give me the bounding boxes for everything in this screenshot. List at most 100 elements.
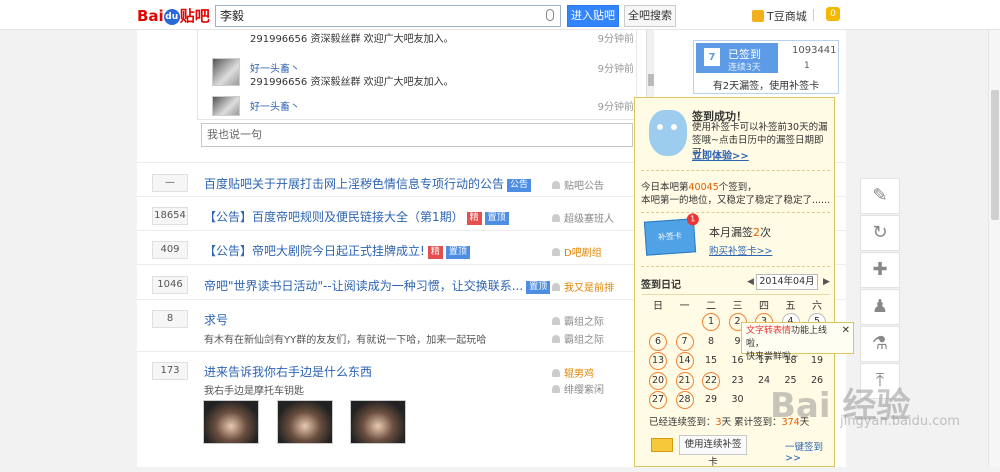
reply-scrollbar-thumb[interactable] <box>648 74 654 86</box>
watermark: Bai 经验 jingyan.baidu.com <box>770 378 990 458</box>
month-select[interactable]: 2014年04月 <box>756 274 818 290</box>
thread-image[interactable] <box>203 400 259 444</box>
calendar-day[interactable]: 27 <box>649 391 667 409</box>
thread-author[interactable]: 辊男鸡 <box>552 365 594 380</box>
thread-author-name: 我又是前排 <box>564 283 614 294</box>
avatar[interactable] <box>212 58 240 86</box>
calendar-day[interactable]: 14 <box>675 352 694 370</box>
reply-count: — <box>152 174 188 192</box>
thread-title[interactable]: 进来告诉我你右手边是什么东西 <box>204 363 372 380</box>
stats-prefix: 已经连续签到： <box>649 417 716 428</box>
reply-count: 8 <box>152 310 188 328</box>
microphone-icon[interactable] <box>546 9 554 21</box>
thread-title[interactable]: 百度贴吧关于开展打击网上淫秽色情信息专项行动的公告 公告 <box>204 175 532 192</box>
level-value: 1 <box>804 61 810 71</box>
search-input[interactable]: 李毅 <box>215 5 561 27</box>
logo-du: du <box>163 9 180 25</box>
sign-card-icon: 补签卡 1 <box>643 212 700 256</box>
thread-author-name: 辊男鸡 <box>564 369 594 380</box>
missed-count: 本月漏签2次 <box>709 224 771 240</box>
tdou-mall-link[interactable]: T豆商城 <box>752 8 807 24</box>
calendar-day[interactable]: 30 <box>729 391 747 409</box>
calendar-day[interactable]: 13 <box>649 352 667 370</box>
thread-author[interactable]: D吧剧组 <box>552 244 602 259</box>
page-scrollbar-thumb[interactable] <box>991 90 999 220</box>
thread-title[interactable]: 帝吧"世界读书日活动"--让阅读成为一种习惯，让交换联系... 置顶 <box>204 277 551 294</box>
weekday-label: 四 <box>759 301 769 312</box>
thread-title[interactable]: 求号 <box>204 311 228 328</box>
reply-author[interactable]: 好一头畜丶 <box>250 98 300 113</box>
rank-line2: 本吧第一的地位，又稳定了稳定了稳定了...... <box>641 195 831 206</box>
weekday-label: 三 <box>732 301 743 312</box>
calendar-day[interactable]: 28 <box>675 391 694 409</box>
thread-image[interactable] <box>277 400 333 444</box>
calendar-day[interactable]: 1 <box>702 313 720 331</box>
next-month-icon[interactable]: ▶ <box>823 277 830 287</box>
streak-label: 连续3天 <box>728 63 761 73</box>
divider <box>641 212 830 213</box>
thread-author[interactable]: 霸组之际 <box>552 313 604 328</box>
flask-icon[interactable]: ⚗ <box>860 326 900 362</box>
calendar-day[interactable]: 19 <box>808 352 826 370</box>
reply-input[interactable]: 我也说一句 <box>201 123 633 147</box>
right-toolbar: ✎ ↻ ✚ ♟ ⚗ ⤒ <box>860 178 900 399</box>
divider <box>641 266 830 267</box>
thread-author[interactable]: 超级塞班人 <box>552 210 614 225</box>
close-icon[interactable]: ✕ <box>842 324 850 337</box>
edit-icon[interactable]: ✎ <box>860 178 900 214</box>
baidu-tieba-logo[interactable]: Bai du 贴吧 <box>137 6 210 26</box>
calendar-day[interactable]: 23 <box>729 372 747 390</box>
rank-number: 40045 <box>688 182 719 193</box>
thread-author-name: 霸组之际 <box>564 317 604 328</box>
thread-image[interactable] <box>350 400 406 444</box>
all-search-button[interactable]: 全吧搜索 <box>624 5 676 27</box>
user-icon <box>552 181 560 189</box>
missed-prefix: 本月漏签 <box>709 226 753 239</box>
enter-tieba-button[interactable]: 进入贴吧 <box>567 5 619 27</box>
calendar-day[interactable]: 22 <box>702 371 720 390</box>
message-icon[interactable]: 0 <box>826 7 840 21</box>
calendar-day[interactable]: 21 <box>675 371 694 390</box>
calendar-day[interactable]: 6 <box>649 332 667 351</box>
calendar-day[interactable]: 20 <box>649 371 667 390</box>
calendar-day[interactable]: 29 <box>702 391 720 409</box>
rank-prefix: 今日本吧第 <box>641 182 689 193</box>
logo-tieba: 贴吧 <box>179 7 210 25</box>
thread-author[interactable]: 我又是前排 <box>552 279 614 294</box>
reply-time: 9分钟前 <box>597 34 634 45</box>
reply-count: 1046 <box>152 276 188 294</box>
calendar-day[interactable]: 15 <box>702 352 720 370</box>
member-count: 1093441 <box>792 45 837 56</box>
thread-author-name: 贴吧公告 <box>564 181 604 192</box>
calendar-day[interactable]: 8 <box>702 333 720 351</box>
buy-card-link[interactable]: 购买补签卡>> <box>709 243 772 257</box>
avatar[interactable] <box>212 96 240 116</box>
logo-bai: Bai <box>137 7 164 25</box>
user-icon <box>552 214 560 222</box>
prev-month-icon[interactable]: ◀ <box>747 277 754 287</box>
sign-rank-text: 今日本吧第40045个签到， 本吧第一的地位，又稳定了稳定了稳定了...... <box>641 181 833 207</box>
use-continuous-card-button[interactable]: 使用连续补签卡 <box>679 435 747 468</box>
calendar-day[interactable]: 16 <box>729 352 747 370</box>
plus-icon[interactable]: ✚ <box>860 252 900 288</box>
reply-text: 291996656 资深毅丝群 欢迎广大吧友加入。 <box>250 77 454 88</box>
user-icon <box>552 369 560 377</box>
separator <box>813 9 814 21</box>
last-replier[interactable]: 绯缨紫闲 <box>552 381 604 396</box>
signed-button[interactable]: 7 已签到 连续3天 <box>696 43 778 73</box>
reply-time: 9分钟前 <box>597 102 634 113</box>
continuous-card-icon <box>651 438 673 452</box>
missed-sign-link[interactable]: 有2天漏签，使用补签卡 <box>696 77 836 92</box>
thread-title-text: 帝吧"世界读书日活动"--让阅读成为一种习惯，让交换联系... <box>204 279 524 293</box>
refresh-icon[interactable]: ↻ <box>860 215 900 251</box>
reply-count: 409 <box>152 241 188 259</box>
weekday-label: 二 <box>706 301 716 312</box>
thread-title[interactable]: 【公告】百度帝吧规则及便民链接大全（第1期）精置顶 <box>204 208 509 225</box>
thread-author[interactable]: 贴吧公告 <box>552 177 604 192</box>
calendar-day[interactable]: 7 <box>675 332 694 351</box>
divider <box>641 170 830 171</box>
user-icon[interactable]: ♟ <box>860 289 900 325</box>
try-now-link[interactable]: 立即体验>> <box>692 147 749 162</box>
thread-title[interactable]: 【公告】帝吧大剧院今日起正式挂牌成立! 精置顶 <box>204 242 470 259</box>
last-replier[interactable]: 霸组之际 <box>552 331 604 346</box>
